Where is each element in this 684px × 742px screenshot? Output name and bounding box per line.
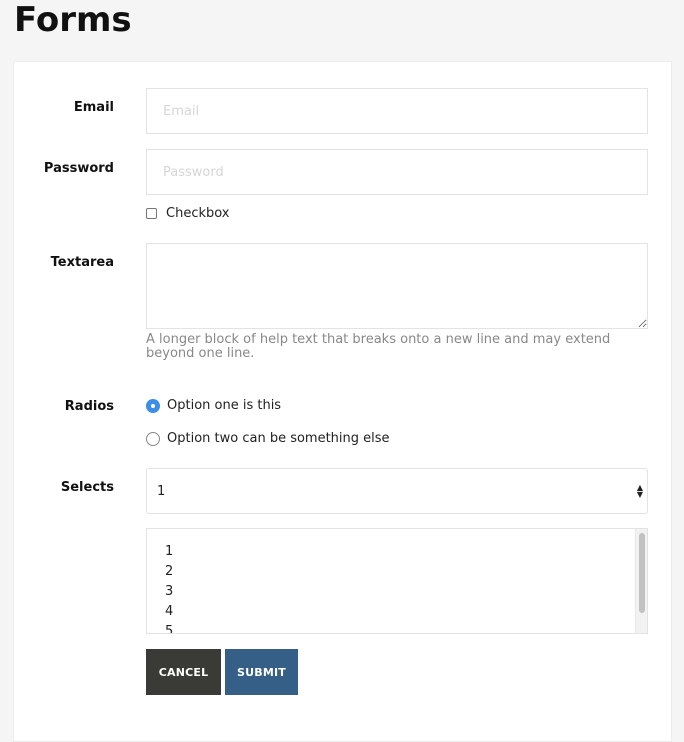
radio-button-checked[interactable]: [146, 398, 160, 413]
form-card: Email Password Checkbox Textarea A longe…: [13, 61, 672, 742]
textarea-help-text: A longer block of help text that breaks …: [146, 332, 611, 361]
multi-select-option[interactable]: 4: [165, 602, 647, 622]
multi-select-option[interactable]: 2: [165, 562, 647, 582]
single-select-value: 1: [157, 483, 166, 499]
radio-option-one[interactable]: Option one is this: [146, 398, 281, 413]
textarea-label: Textarea: [50, 255, 114, 270]
radio-option-one-label: Option one is this: [167, 398, 282, 413]
scrollbar-thumb[interactable]: [639, 533, 645, 613]
password-input[interactable]: [146, 149, 648, 195]
email-label: Email: [73, 100, 114, 115]
radio-button[interactable]: [146, 431, 160, 446]
radio-option-two-label: Option two can be something else: [167, 431, 390, 446]
selects-label: Selects: [60, 480, 114, 495]
single-select[interactable]: 1 ▲ ▼: [146, 468, 648, 514]
submit-button[interactable]: SUBMIT: [225, 649, 298, 695]
password-label: Password: [43, 161, 114, 176]
checkbox[interactable]: [146, 208, 157, 219]
multi-select-option[interactable]: 3: [165, 582, 647, 602]
email-input[interactable]: [146, 88, 648, 134]
multi-select-option[interactable]: 1: [165, 542, 647, 562]
multi-select-option[interactable]: 5: [165, 622, 647, 633]
multi-select-scrollbar[interactable]: [635, 529, 647, 633]
radio-option-two[interactable]: Option two can be something else: [146, 431, 390, 446]
page-title: Forms: [14, 0, 132, 40]
checkbox-label: Checkbox: [166, 206, 230, 221]
cancel-button[interactable]: CANCEL: [146, 649, 221, 695]
textarea-input[interactable]: [146, 243, 648, 329]
checkbox-row[interactable]: Checkbox: [146, 206, 230, 221]
radios-label: Radios: [64, 399, 114, 414]
multi-select[interactable]: 1 2 3 4 5: [146, 528, 648, 634]
select-arrows-icon: ▲ ▼: [636, 483, 643, 499]
